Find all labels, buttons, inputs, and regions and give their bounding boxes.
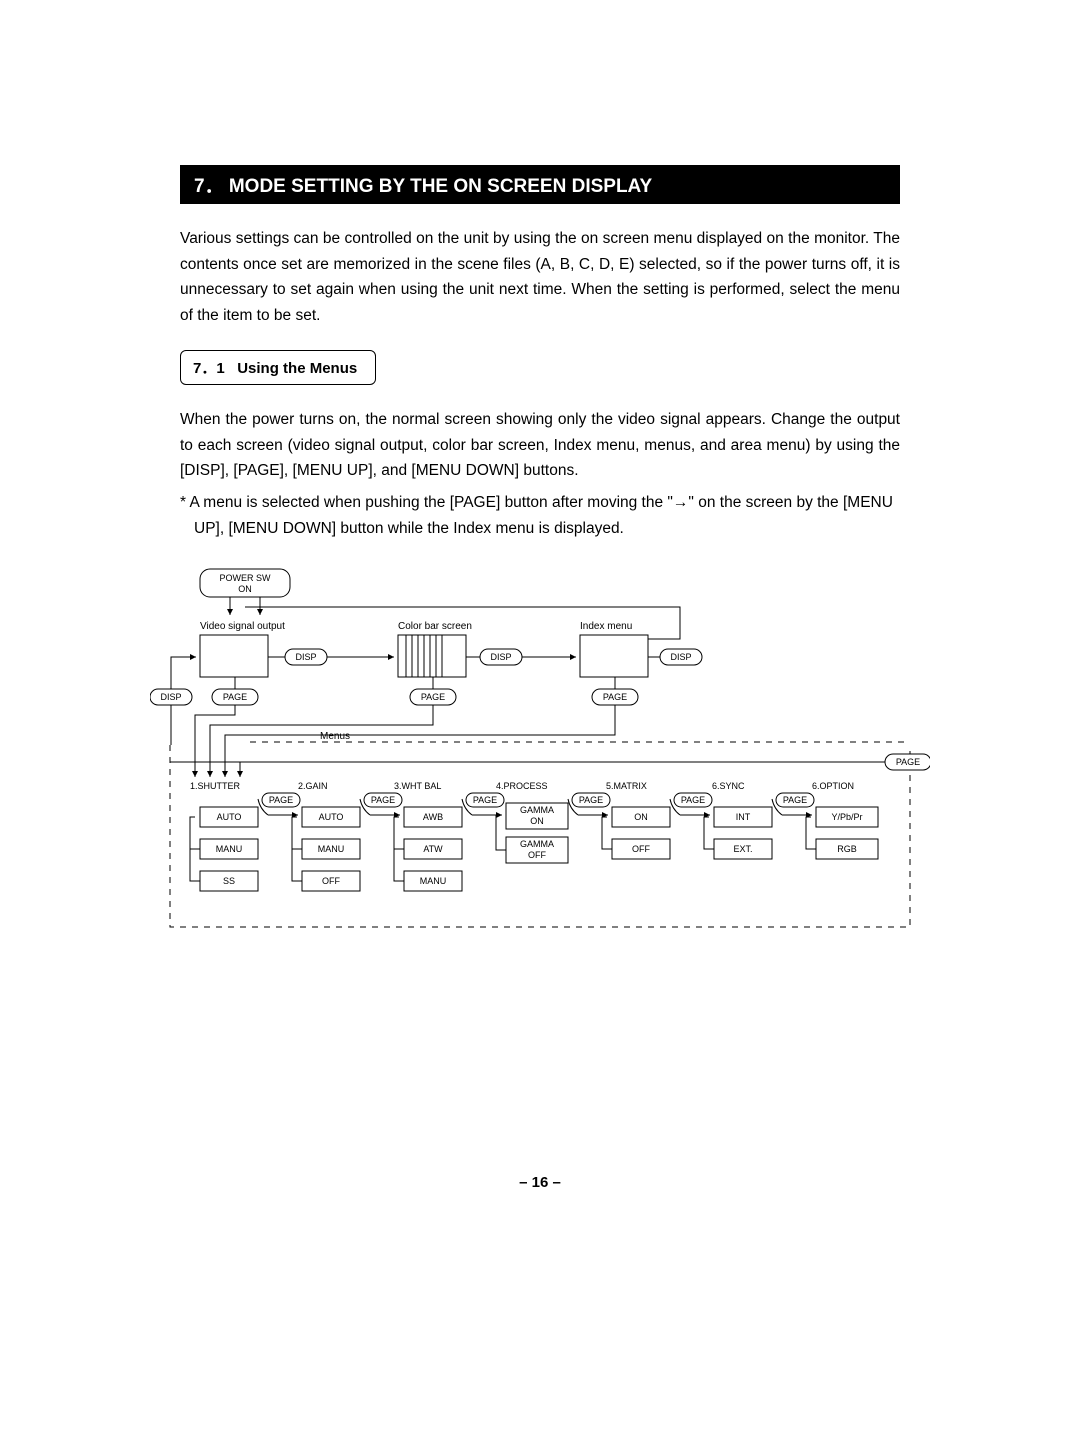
col-process: 4.PROCESS GAMMA ON GAMMA OFF — [496, 781, 568, 863]
subsection-number: 7．1 — [193, 360, 225, 377]
svg-text:SS: SS — [223, 876, 235, 886]
svg-text:RGB: RGB — [837, 844, 857, 854]
svg-text:OFF: OFF — [322, 876, 340, 886]
disp-label: DISP — [295, 652, 316, 662]
col-gain: 2.GAIN AUTO MANU OFF — [292, 781, 360, 891]
power-on-label: ON — [238, 584, 252, 594]
svg-text:Y/Pb/Pr: Y/Pb/Pr — [831, 812, 862, 822]
disp-label: DISP — [160, 692, 181, 702]
menus-label: Menus — [320, 731, 350, 742]
svg-text:1.SHUTTER: 1.SHUTTER — [190, 781, 241, 791]
page-label: PAGE — [603, 692, 627, 702]
colorbar-label: Color bar screen — [398, 621, 472, 632]
svg-text:3.WHT BAL: 3.WHT BAL — [394, 781, 441, 791]
svg-text:6.OPTION: 6.OPTION — [812, 781, 854, 791]
svg-text:5.MATRIX: 5.MATRIX — [606, 781, 647, 791]
col-matrix: 5.MATRIX ON OFF — [602, 781, 670, 859]
svg-text:4.PROCESS: 4.PROCESS — [496, 781, 548, 791]
svg-text:MANU: MANU — [420, 876, 447, 886]
page-label: PAGE — [421, 692, 445, 702]
svg-text:GAMMA: GAMMA — [520, 839, 554, 849]
power-label: POWER SW — [220, 573, 272, 583]
svg-text:PAGE: PAGE — [681, 795, 705, 805]
svg-text:EXT.: EXT. — [733, 844, 752, 854]
svg-text:PAGE: PAGE — [783, 795, 807, 805]
subsection-title: Using the Menus — [237, 360, 357, 377]
paragraph-using-menus: When the power turns on, the normal scre… — [180, 407, 900, 484]
index-label: Index menu — [580, 621, 632, 632]
col-sync: 6.SYNC INT EXT. — [704, 781, 772, 859]
section-heading: 7． MODE SETTING BY THE ON SCREEN DISPLAY — [180, 165, 900, 204]
page-label: PAGE — [223, 692, 247, 702]
menu-flow-diagram: POWER SW ON Video signal output Color ba… — [150, 567, 930, 947]
col-whtbal: 3.WHT BAL AWB ATW MANU — [394, 781, 462, 891]
svg-text:INT: INT — [736, 812, 751, 822]
footnote-line2: UP], [MENU DOWN] button while the Index … — [180, 516, 900, 542]
svg-text:AUTO: AUTO — [217, 812, 242, 822]
svg-text:PAGE: PAGE — [473, 795, 497, 805]
svg-text:AUTO: AUTO — [319, 812, 344, 822]
svg-text:2.GAIN: 2.GAIN — [298, 781, 328, 791]
svg-text:PAGE: PAGE — [371, 795, 395, 805]
page-label: PAGE — [896, 757, 920, 767]
svg-text:6.SYNC: 6.SYNC — [712, 781, 745, 791]
footnote: * A menu is selected when pushing the [P… — [180, 490, 900, 541]
svg-text:OFF: OFF — [632, 844, 650, 854]
svg-text:MANU: MANU — [216, 844, 243, 854]
section-title: MODE SETTING BY THE ON SCREEN DISPLAY — [229, 176, 652, 197]
svg-text:PAGE: PAGE — [579, 795, 603, 805]
subsection-heading: 7．1 Using the Menus — [180, 350, 376, 385]
col-shutter: 1.SHUTTER AUTO MANU SS — [190, 781, 258, 891]
svg-text:OFF: OFF — [528, 850, 546, 860]
footnote-star: * — [180, 494, 186, 511]
svg-text:PAGE: PAGE — [269, 795, 293, 805]
page: 7． MODE SETTING BY THE ON SCREEN DISPLAY… — [0, 0, 1080, 1436]
svg-text:GAMMA: GAMMA — [520, 805, 554, 815]
disp-label: DISP — [490, 652, 511, 662]
svg-text:ON: ON — [634, 812, 648, 822]
col-option: 6.OPTION Y/P b /P r Y/Pb/Pr RGB — [806, 781, 878, 859]
svg-text:ATW: ATW — [423, 844, 443, 854]
page-number: – 16 – — [0, 1174, 1080, 1191]
svg-text:AWB: AWB — [423, 812, 443, 822]
footnote-line1: A menu is selected when pushing the [PAG… — [190, 494, 893, 511]
svg-text:MANU: MANU — [318, 844, 345, 854]
paragraph-intro: Various settings can be controlled on th… — [180, 226, 900, 328]
svg-text:ON: ON — [530, 816, 544, 826]
section-number: 7． — [194, 176, 224, 197]
disp-label: DISP — [670, 652, 691, 662]
video-label: Video signal output — [200, 621, 285, 632]
